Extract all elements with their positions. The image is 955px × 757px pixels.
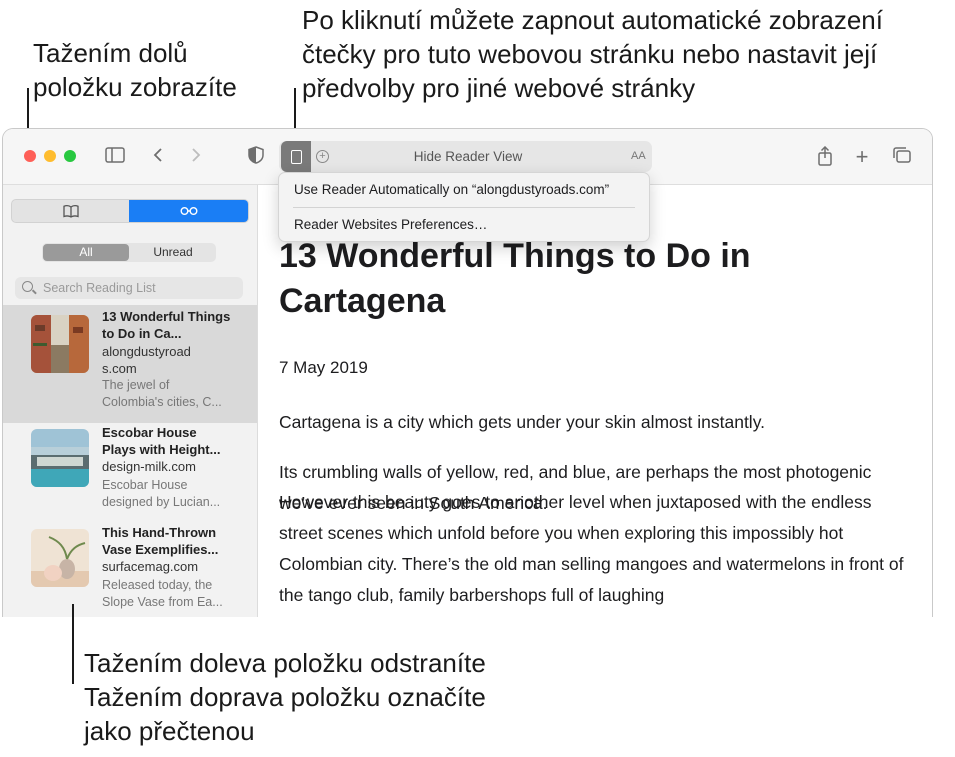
forward-icon[interactable] (185, 146, 207, 168)
filter-unread[interactable]: Unread (130, 244, 216, 261)
callout-line: Tažením doleva položku odstraníte (84, 648, 486, 678)
back-icon[interactable] (147, 146, 169, 168)
search-icon (22, 281, 33, 292)
item-title: This Hand-Thrown Vase Exemplifies... (102, 525, 219, 557)
sidebar-toggle-icon[interactable] (104, 146, 126, 168)
callout-line: položku zobrazíte (33, 72, 237, 102)
item-description: Escobar House designed by Lucian... (102, 478, 221, 509)
callout-line: Tažením dolů (33, 38, 188, 68)
reading-list-item[interactable]: 13 Wonderful Things to Do in Ca... along… (3, 305, 257, 423)
callout-line: Po kliknutí můžete zapnout automatické z… (302, 5, 883, 35)
item-thumbnail (31, 429, 89, 487)
item-title: Escobar House Plays with Height... (102, 425, 221, 457)
article-date: 7 May 2019 (279, 358, 368, 377)
tab-overview-icon[interactable] (891, 146, 913, 168)
reading-list-search (15, 277, 243, 299)
reading-list-item[interactable]: Escobar House Plays with Height... desig… (3, 423, 257, 523)
item-description: The jewel of Colombia's cities, C... (102, 378, 222, 409)
callout-swipe: Tažením doleva položku odstraníte Tažení… (84, 646, 486, 748)
share-icon[interactable] (814, 145, 836, 168)
privacy-shield-icon[interactable] (245, 146, 267, 168)
article-title-line2: Cartagena (279, 282, 446, 320)
article-paragraph: However this beauty goes to another leve… (279, 492, 904, 605)
filter-all[interactable]: All (43, 244, 129, 261)
callout-line: Tažením doprava položku označíte (84, 682, 486, 712)
item-thumbnail (31, 315, 89, 373)
callout-pull-down: Tažením dolů položku zobrazíte (33, 36, 237, 104)
item-thumbnail (31, 529, 89, 587)
callout-leader-swipe (72, 604, 74, 684)
callout-reader-options: Po kliknutí můžete zapnout automatické z… (302, 3, 883, 105)
sidebar-segmented-control (11, 199, 249, 223)
item-host: surfacemag.com (102, 559, 199, 574)
item-title: 13 Wonderful Things to Do in Ca... (102, 309, 231, 341)
reading-list-filter: All Unread (42, 243, 216, 262)
menu-separator (293, 207, 635, 208)
callout-line: čtečky pro tuto webovou stránku nebo nas… (302, 39, 878, 69)
callout-line: předvolby pro jiné webové stránky (302, 73, 696, 103)
text-size-button[interactable]: AA (631, 141, 646, 172)
menu-item-use-reader-automatically[interactable]: Use Reader Automatically on “alongdustyr… (294, 182, 609, 197)
reading-list-tab[interactable] (129, 200, 248, 222)
article-paragraph: Cartagena is a city which gets under you… (279, 412, 766, 432)
item-host: design-milk.com (102, 459, 196, 474)
bookmarks-tab[interactable] (12, 200, 129, 222)
menu-item-reader-preferences[interactable]: Reader Websites Preferences… (294, 217, 487, 232)
zoom-button[interactable] (64, 150, 76, 162)
search-input[interactable] (43, 277, 233, 299)
reader-icon (291, 150, 302, 164)
reading-list-item[interactable]: This Hand-Thrown Vase Exemplifies... sur… (3, 523, 257, 623)
minimize-button[interactable] (44, 150, 56, 162)
callout-line: jako přečtenou (84, 716, 255, 746)
new-tab-icon[interactable]: + (851, 146, 873, 168)
close-button[interactable] (24, 150, 36, 162)
item-host: alongdustyroads.com (102, 344, 191, 376)
reader-options-menu: Use Reader Automatically on “alongdustyr… (278, 172, 650, 242)
item-description: Released today, the Slope Vase from Ea..… (102, 578, 223, 609)
address-bar-text[interactable]: Hide Reader View (303, 141, 633, 172)
